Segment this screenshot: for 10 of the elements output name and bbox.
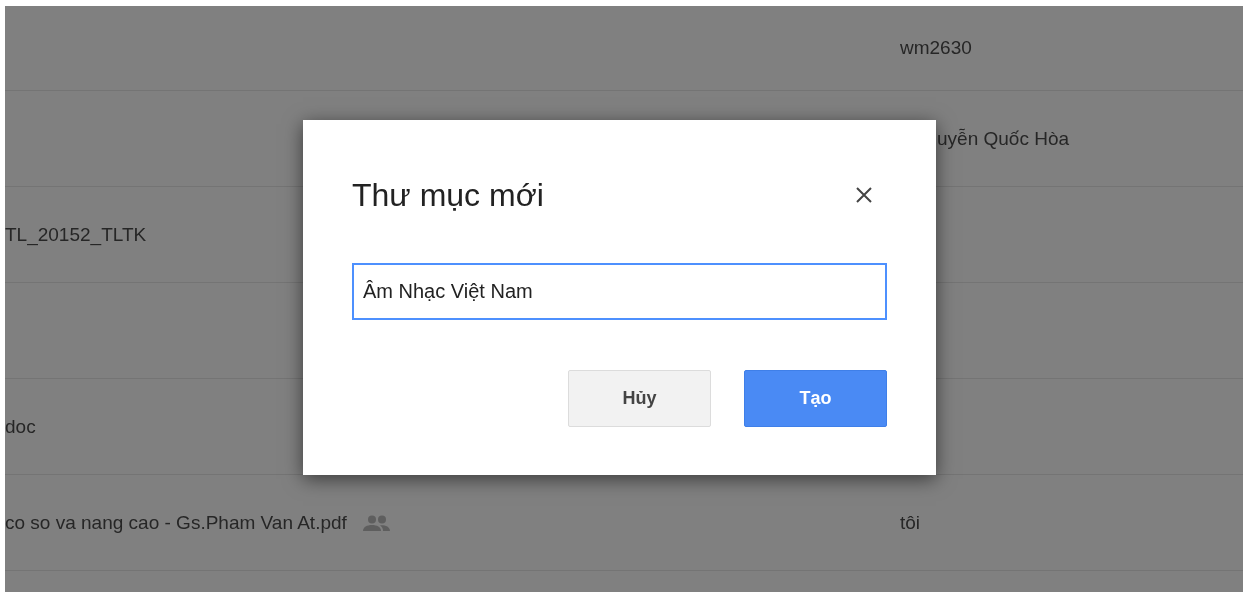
owner-name: wm2630: [900, 37, 972, 58]
file-name: co so va nang cao - Gs.Pham Van At.pdf: [5, 511, 347, 534]
close-icon: [855, 186, 873, 204]
file-name: TL_20152_TLTK: [5, 223, 147, 246]
file-name: doc: [5, 415, 36, 438]
owner-name: tôi: [900, 511, 921, 533]
folder-name-field[interactable]: Âm Nhạc Việt Nam: [352, 263, 887, 320]
owner-name: uyễn Quốc Hòa: [936, 127, 1070, 149]
dialog-title: Thư mục mới: [352, 176, 544, 214]
cancel-button[interactable]: Hủy: [568, 370, 711, 427]
